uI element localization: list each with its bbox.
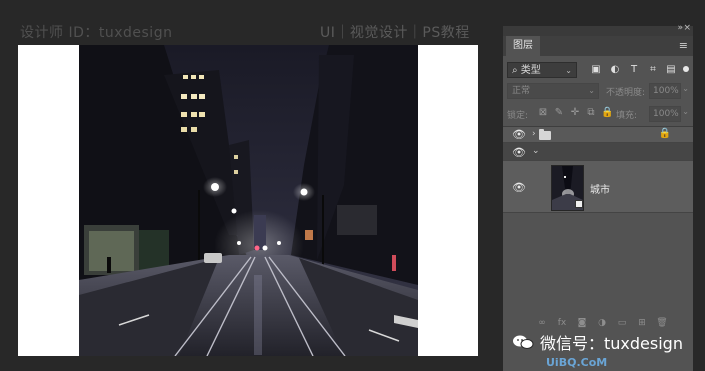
blend-mode-value: 正常 — [512, 86, 531, 96]
chevron-down-icon[interactable]: ⌄ — [682, 107, 689, 116]
lock-artboard-icon[interactable]: ⧉ — [585, 107, 597, 121]
eye-icon[interactable]: 👁 — [512, 181, 526, 194]
panel-title-bar: » × — [503, 23, 693, 36]
chevron-down-icon[interactable]: ⌄ — [682, 84, 689, 93]
layers-panel: » × 图层 ≡ ⌕ 类型 ⌄ ▣ ◐ T ⌗ ▤ 正常 ⌄ 不透明度: 100… — [503, 23, 693, 371]
opacity-label: 不透明度: — [606, 88, 646, 98]
lock-icon: 🔒 — [658, 128, 671, 139]
tagline-text: UI｜视觉设计｜PS教程 — [320, 25, 470, 41]
lock-position-icon[interactable]: ✛ — [569, 107, 581, 121]
shape-filter-icon[interactable]: ⌗ — [646, 62, 660, 78]
filter-kind-select[interactable]: ⌕ 类型 ⌄ — [507, 62, 577, 78]
image-filter-icon[interactable]: ▣ — [589, 62, 603, 78]
filter-toggle-icon[interactable] — [683, 66, 689, 72]
chevron-right-icon[interactable]: › — [532, 129, 536, 139]
chevron-down-icon: ⌄ — [565, 66, 572, 75]
adjustment-icon[interactable]: ◑ — [595, 318, 609, 328]
panel-menu-icon[interactable]: ≡ — [679, 39, 688, 52]
adjustment-filter-icon[interactable]: ◐ — [608, 62, 622, 78]
lock-image-icon[interactable]: ✎ — [553, 107, 565, 121]
layer-filter-row: ⌕ 类型 ⌄ ▣ ◐ T ⌗ ▤ — [507, 62, 689, 78]
filter-kind-value: 类型 — [520, 65, 541, 76]
layer-row-group-expanded[interactable]: 👁 ⌄ — [503, 143, 693, 161]
fill-label: 填充: — [616, 111, 638, 121]
eye-icon[interactable]: 👁 — [512, 146, 526, 159]
tab-layers[interactable]: 图层 — [506, 36, 540, 56]
lock-row: 锁定: ⊠ ✎ ✛ ⧉ 🔒 填充: 100% ⌄ — [507, 106, 689, 122]
lock-all-icon[interactable]: 🔒 — [601, 107, 613, 121]
site-logo: UiBQ.CoM — [546, 356, 608, 369]
smart-object-filter-icon[interactable]: ▤ — [664, 62, 678, 78]
layer-row-group[interactable]: 👁 › 🔒 — [503, 127, 693, 143]
blend-row: 正常 ⌄ 不透明度: 100% ⌄ — [507, 83, 689, 99]
blend-mode-select[interactable]: 正常 ⌄ — [507, 83, 599, 99]
folder-icon — [539, 129, 551, 140]
document-canvas[interactable] — [18, 45, 478, 356]
link-icon[interactable]: ∞ — [535, 318, 549, 328]
layer-name[interactable]: 城市 — [590, 181, 610, 196]
mask-icon[interactable]: ◙ — [575, 318, 589, 328]
layer-row-city[interactable]: 👁 城市 — [503, 161, 693, 213]
folder-icon[interactable]: ▭ — [615, 318, 629, 328]
fill-field[interactable]: 100% — [649, 106, 681, 122]
lock-pixels-icon[interactable]: ⊠ — [537, 107, 549, 121]
chevron-down-icon: ⌄ — [588, 86, 595, 95]
smart-object-badge-icon — [575, 200, 583, 208]
chevron-down-icon[interactable]: ⌄ — [532, 146, 540, 156]
watermark-text: 微信号：tuxdesign — [540, 334, 683, 353]
city-night-photo — [79, 45, 418, 356]
collapse-panel-icon[interactable]: » — [677, 23, 683, 33]
opacity-field[interactable]: 100% — [649, 83, 681, 99]
type-filter-icon[interactable]: T — [627, 62, 641, 78]
designer-id-text: 设计师 ID：tuxdesign — [20, 25, 173, 41]
wechat-icon — [513, 335, 534, 349]
search-icon: ⌕ — [512, 65, 521, 76]
fx-icon[interactable]: fx — [555, 318, 569, 328]
panel-tab-bar: 图层 ≡ — [503, 36, 693, 56]
trash-icon[interactable]: 🗑 — [655, 318, 669, 328]
new-layer-icon[interactable]: ⊞ — [635, 318, 649, 328]
eye-icon[interactable]: 👁 — [512, 128, 526, 141]
close-panel-icon[interactable]: × — [683, 23, 691, 33]
lock-label: 锁定: — [507, 111, 529, 121]
